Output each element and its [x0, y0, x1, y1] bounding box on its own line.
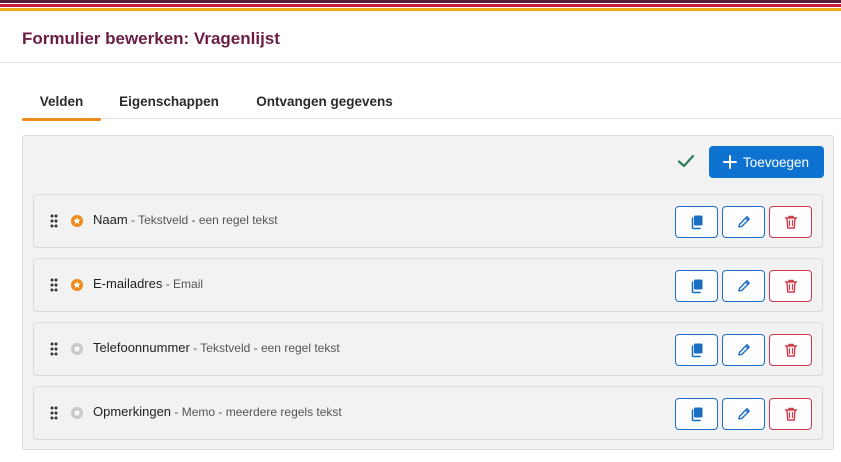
copy-icon: [691, 215, 702, 230]
delete-button[interactable]: [769, 206, 812, 238]
page-header: Formulier bewerken: Vragenlijst: [0, 14, 841, 63]
delete-button[interactable]: [769, 270, 812, 302]
drag-handle-icon[interactable]: [50, 278, 58, 292]
edit-button[interactable]: [722, 206, 765, 238]
field-name: Naam: [93, 212, 128, 227]
field-text: Telefoonnummer - Tekstveld - een regel t…: [93, 340, 340, 355]
check-icon: [677, 154, 695, 168]
required-star-icon: [71, 215, 83, 227]
copy-button[interactable]: [675, 334, 718, 366]
copy-icon: [691, 279, 702, 294]
tab-bar: Velden Eigenschappen Ontvangen gegevens: [22, 93, 841, 121]
drag-handle-icon[interactable]: [50, 342, 58, 356]
brand-stripes: [0, 0, 841, 13]
field-type: - Email: [162, 277, 204, 291]
field-row: Naam - Tekstveld - een regel tekst: [33, 194, 823, 248]
field-type: - Memo - meerdere regels tekst: [171, 405, 342, 419]
copy-button[interactable]: [675, 206, 718, 238]
delete-button[interactable]: [769, 334, 812, 366]
field-name: E-mailadres: [93, 276, 163, 291]
plus-icon: [723, 155, 737, 169]
copy-button[interactable]: [675, 398, 718, 430]
edit-button[interactable]: [722, 270, 765, 302]
copy-button[interactable]: [675, 270, 718, 302]
pencil-icon: [737, 216, 750, 228]
tab-eigenschappen[interactable]: Eigenschappen: [116, 93, 222, 119]
field-text: E-mailadres - Email: [93, 276, 203, 291]
field-type: - Tekstveld - een regel tekst: [189, 341, 340, 355]
pencil-icon: [737, 280, 750, 292]
drag-handle-icon[interactable]: [50, 406, 58, 420]
add-field-button[interactable]: Toevoegen: [709, 146, 824, 178]
field-row: Telefoonnummer - Tekstveld - een regel t…: [33, 322, 823, 376]
tab-velden[interactable]: Velden: [22, 93, 101, 121]
required-star-icon: [71, 279, 83, 291]
field-row: E-mailadres - Email: [33, 258, 823, 312]
field-text: Naam - Tekstveld - een regel tekst: [93, 212, 278, 227]
optional-star-icon: [71, 407, 83, 419]
trash-icon: [784, 279, 797, 293]
drag-handle-icon[interactable]: [50, 214, 58, 228]
add-field-label: Toevoegen: [743, 154, 810, 170]
pencil-icon: [737, 344, 750, 356]
edit-button[interactable]: [722, 334, 765, 366]
optional-star-icon: [71, 343, 83, 355]
field-name: Opmerkingen: [93, 404, 172, 419]
field-row: Opmerkingen - Memo - meerdere regels tek…: [33, 386, 823, 440]
field-name: Telefoonnummer: [93, 340, 190, 355]
edit-button[interactable]: [722, 398, 765, 430]
trash-icon: [784, 215, 797, 229]
pencil-icon: [737, 408, 750, 420]
field-text: Opmerkingen - Memo - meerdere regels tek…: [93, 404, 342, 419]
copy-icon: [691, 343, 702, 358]
delete-button[interactable]: [769, 398, 812, 430]
tab-ontvangen-gegevens[interactable]: Ontvangen gegevens: [252, 93, 397, 119]
field-type: - Tekstveld - een regel tekst: [127, 213, 278, 227]
copy-icon: [691, 407, 702, 422]
page-title: Formulier bewerken: Vragenlijst: [22, 29, 280, 48]
trash-icon: [784, 343, 797, 357]
trash-icon: [784, 407, 797, 421]
